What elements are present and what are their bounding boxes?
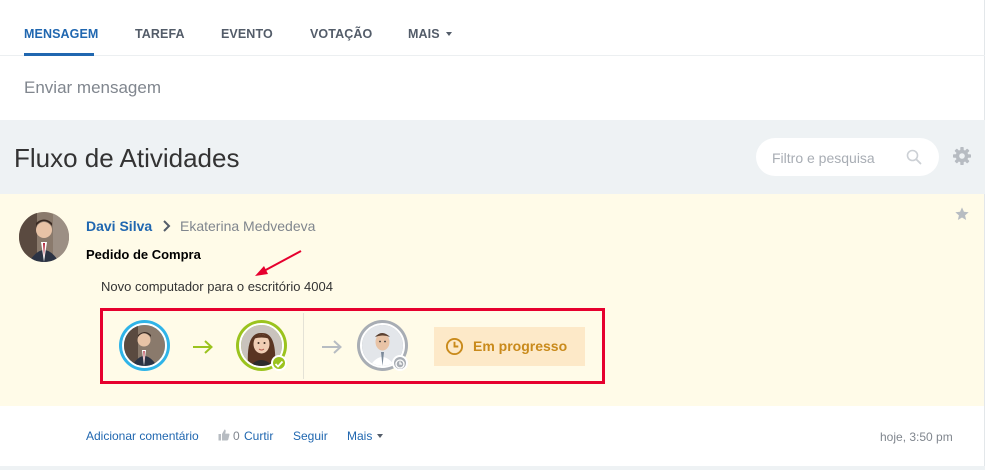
tab-mais-label: MAIS [408,27,440,41]
arrow-right-icon [322,340,342,354]
recipient-name[interactable]: Ekaterina Medvedeva [180,218,315,234]
clock-icon [392,355,408,371]
workflow-step-pending[interactable] [357,320,408,371]
tab-mensagem[interactable]: MENSAGEM [24,27,98,41]
post-description: Novo computador para o escritório 4004 [101,279,333,294]
avatar-photo [124,325,165,366]
divider [303,313,304,379]
search-input[interactable]: Filtro e pesquisa [756,138,939,176]
more-menu-button[interactable]: Mais [347,429,384,443]
status-badge: Em progresso [434,327,585,366]
tab-evento[interactable]: EVENTO [221,27,273,41]
status-label: Em progresso [473,338,568,354]
like-count: 0 [233,429,240,443]
active-tab-indicator [24,53,94,56]
clock-icon [445,337,464,356]
author-avatar[interactable] [19,212,69,262]
post-timestamp: hoje, 3:50 pm [880,430,953,444]
star-icon[interactable] [954,206,970,222]
avatar-photo [19,212,69,262]
arrow-right-icon [193,340,213,354]
tab-votacao[interactable]: VOTAÇÃO [310,27,372,41]
page-title: Fluxo de Atividades [14,143,240,173]
more-menu-label: Mais [347,429,373,443]
workflow-step-initiator[interactable] [119,320,170,371]
gear-icon[interactable] [952,146,972,166]
tab-mais[interactable]: MAIS [408,27,452,41]
add-comment-link[interactable]: Adicionar comentário [86,429,199,443]
follow-button[interactable]: Seguir [293,429,328,443]
message-composer: MENSAGEM TAREFA EVENTO VOTAÇÃO MAIS Envi… [0,0,985,120]
search-icon[interactable] [906,149,922,165]
chevron-down-icon [445,32,452,36]
message-input[interactable]: Enviar mensagem [24,78,161,98]
tab-tarefa[interactable]: TAREFA [135,27,185,41]
composer-tabs: MENSAGEM TAREFA EVENTO VOTAÇÃO MAIS [0,0,985,56]
author-link[interactable]: Davi Silva [86,218,152,234]
search-placeholder: Filtro e pesquisa [772,150,875,166]
thumbs-up-icon[interactable] [218,429,230,441]
annotation-arrow-icon [255,250,302,276]
chevron-right-icon [163,220,171,232]
like-button[interactable]: Curtir [244,429,273,443]
workflow-step-approved[interactable] [236,320,287,371]
initiator-avatar [122,323,167,368]
approval-workflow: Em progresso [100,308,605,384]
check-icon [271,355,287,371]
post-title: Pedido de Compra [86,247,201,262]
chevron-down-icon [377,434,384,438]
